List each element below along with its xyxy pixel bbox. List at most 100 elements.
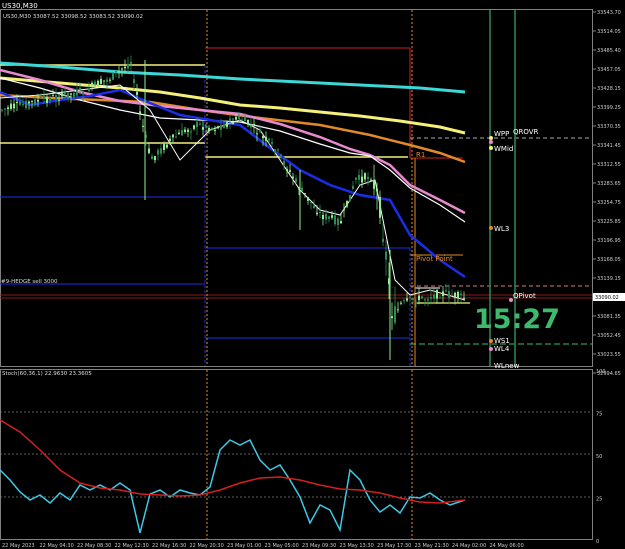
candle-body [412, 298, 414, 300]
candle-body [430, 297, 432, 299]
candle-body [142, 125, 144, 127]
candle-body [361, 176, 363, 183]
candle-body [337, 218, 339, 225]
price-tick-label: 33023.55 [597, 352, 621, 358]
candle-body [463, 297, 465, 299]
candle-body [214, 130, 216, 132]
candle-body [151, 156, 153, 160]
chart-canvas[interactable]: WPP QROVR WMid R1 Pivot Point WL3 QPivot… [0, 0, 625, 549]
price-tick-label: 33196.95 [597, 238, 621, 244]
candle-body [373, 180, 375, 189]
time-tick-label: 22 May 12:30 [115, 543, 149, 549]
candle-body [442, 291, 444, 296]
wmid-label: WMid [494, 145, 513, 153]
price-tick-label: 33341.45 [597, 143, 621, 149]
candle-body [85, 85, 87, 87]
candle-body [76, 89, 78, 96]
candle-body [88, 88, 90, 92]
price-tick-label: 33081.35 [597, 314, 621, 320]
candle-body [82, 92, 84, 95]
candle-body [316, 212, 318, 215]
candle-body [112, 72, 114, 80]
candle-body [148, 148, 150, 154]
candle-body [166, 144, 168, 148]
time-tick-label: 23 May 13:30 [340, 543, 374, 549]
candle-body [457, 291, 459, 298]
candle-body [418, 295, 420, 301]
candle-body [250, 125, 252, 128]
candle-body [106, 79, 108, 83]
current-price-label: 33090.02 [595, 295, 619, 301]
candle-body [103, 80, 105, 82]
candle-body [190, 131, 192, 133]
ws1-label: WS1 [494, 337, 510, 345]
candle-body [19, 101, 21, 105]
candle-body [226, 122, 228, 128]
candle-body [109, 79, 111, 81]
candle-body [364, 173, 366, 180]
candle-body [163, 144, 165, 150]
candle-body [325, 213, 327, 220]
candle-body [139, 111, 141, 114]
candle-timer-clock: 15:27 [474, 304, 560, 335]
candle-body [256, 133, 258, 135]
candle-body [271, 142, 273, 144]
candle-body [100, 78, 102, 84]
wpp-label: WPP [494, 130, 509, 138]
oscillator-header: Stoch(60,36,1) 22.9630 23.3605 [2, 371, 92, 377]
price-tick-label: 33168.05 [597, 257, 621, 263]
r1-label: R1 [416, 151, 425, 159]
candle-body [55, 94, 57, 100]
candle-body [406, 298, 408, 301]
candle-body [289, 170, 291, 173]
candle-body [409, 296, 411, 298]
candle-body [13, 103, 15, 109]
candle-body [43, 95, 45, 99]
candle-body [283, 161, 285, 166]
candle-body [133, 79, 135, 84]
candle-body [346, 200, 348, 207]
candle-body [121, 68, 123, 70]
candle-body [424, 299, 426, 301]
candle-body [25, 100, 27, 109]
candle-body [391, 316, 393, 319]
candle-body [274, 149, 276, 153]
candle-body [97, 80, 99, 87]
candle-body [232, 122, 234, 125]
time-tick-label: 24 May 02:00 [452, 543, 486, 549]
wlnew-label: WLnew [494, 362, 520, 370]
candle-body [52, 95, 54, 97]
candle-body [49, 97, 51, 102]
candle-body [358, 174, 360, 180]
candle-body [10, 103, 12, 109]
candle-body [91, 82, 93, 87]
candle-body [439, 297, 441, 299]
candle-body [7, 107, 9, 110]
candle-body [379, 196, 381, 218]
time-tick-label: 22 May 08:30 [77, 543, 111, 549]
candle-body [262, 135, 264, 139]
candle-body [322, 214, 324, 220]
candle-body [328, 216, 330, 219]
candle-body [403, 300, 405, 302]
candle-body [235, 116, 237, 120]
candle-body [187, 129, 189, 132]
candle-body [460, 293, 462, 296]
candle-body [127, 64, 129, 69]
price-tick-label: 33543.70 [597, 10, 621, 16]
candle-body [4, 108, 6, 110]
candle-body [448, 291, 450, 298]
price-tick-label: 33428.15 [597, 86, 621, 92]
candle-body [175, 136, 177, 138]
price-tick-label: 33225.85 [597, 219, 621, 225]
candle-body [244, 116, 246, 122]
price-tick-label: 33312.55 [597, 162, 621, 168]
osc-tick-label: 100 [596, 369, 606, 375]
candle-body [199, 123, 201, 125]
time-tick-label: 23 May 01:00 [227, 543, 261, 549]
candle-body [292, 176, 294, 179]
candle-body [178, 132, 180, 135]
candle-body [58, 99, 60, 101]
candle-body [265, 136, 267, 141]
time-tick-label: 23 May 21:30 [415, 543, 449, 549]
